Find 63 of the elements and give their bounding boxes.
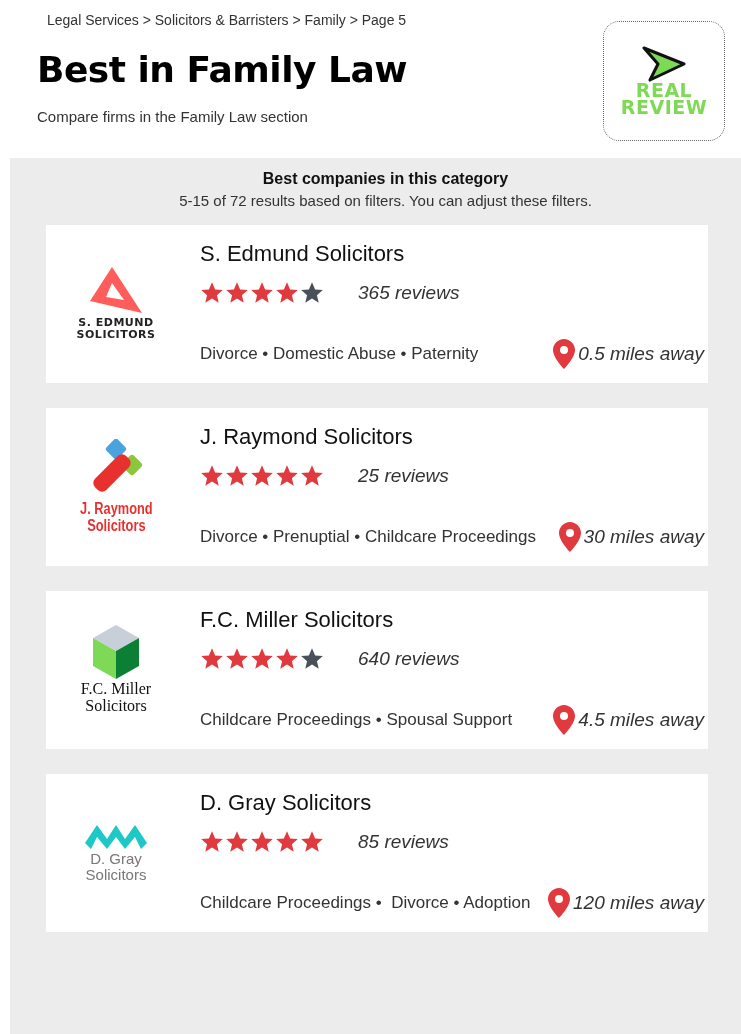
star-icon [200, 281, 224, 304]
firm-card[interactable]: F.C. Miller Solicitors F.C. Miller Solicitors 640 reviews Childcare Proceedings • Spousal Support 4.5 miles away [46, 591, 708, 749]
arrow-logo-icon [642, 46, 686, 82]
star-icon [250, 464, 274, 487]
badge-text: REVIEW [620, 99, 708, 116]
review-count[interactable]: 25 reviews [358, 464, 449, 487]
logo-text: Solicitors [85, 867, 147, 883]
logo-text: S. EDMUND [78, 317, 154, 329]
star-icon [300, 464, 324, 487]
page-title: Best in Family Law [37, 49, 407, 90]
location-pin-icon [558, 522, 581, 552]
review-count[interactable]: 85 reviews [358, 830, 449, 853]
results-heading: Best companies in this category [262, 170, 509, 188]
cube-logo-icon [93, 625, 139, 680]
practice-areas: Divorce • Domestic Abuse • Paternity [200, 344, 479, 364]
star-icon [275, 830, 299, 853]
zigzag-logo-icon [85, 823, 147, 850]
logo-text: D. Gray [90, 851, 142, 867]
star-icon [300, 647, 324, 670]
star-icon [275, 464, 299, 487]
star-icon [275, 647, 299, 670]
distance: 0.5 miles away [578, 343, 704, 365]
logo-text: Solicitors [85, 698, 147, 715]
location-pin-icon [553, 339, 576, 369]
firm-name[interactable]: J. Raymond Solicitors [200, 424, 413, 450]
location-pin-icon [548, 888, 571, 918]
breadcrumb[interactable]: Legal Services > Solicitors & Barristers > Family > Page 5 [47, 12, 407, 28]
distance: 30 miles away [583, 526, 704, 548]
star-icon [300, 281, 324, 304]
firm-card[interactable]: J. Raymond Solicitors J. Raymond Solicitors 25 reviews Divorce • Prenuptial • Childcare Proceedings 30 miles away [46, 408, 708, 566]
results-summary: 5-15 of 72 results based on filters. You can adjust these filters. [179, 192, 592, 209]
firm-name[interactable]: S. Edmund Solicitors [200, 241, 405, 267]
star-icon [275, 281, 299, 304]
triangle-logo-icon [90, 267, 142, 316]
distance: 4.5 miles away [578, 709, 704, 731]
star-icon [225, 281, 249, 304]
firm-name[interactable]: F.C. Miller Solicitors [200, 607, 394, 633]
practice-areas: Childcare Proceedings • Divorce • Adoption [200, 893, 531, 913]
star-icon [250, 281, 274, 304]
logo-text: F.C. Miller [80, 681, 152, 698]
firm-card[interactable]: D. Gray Solicitors D. Gray Solicitors 85 reviews Childcare Proceedings • Divorce • Adoption 120 miles away [46, 774, 708, 932]
star-icon [200, 464, 224, 487]
logo-text: Solicitors [86, 518, 146, 535]
logo-text: SOLICITORS [76, 329, 156, 341]
star-icon [250, 830, 274, 853]
logo-text: J. Raymond [79, 501, 153, 518]
page-subtitle: Compare firms in the Family Law section [37, 108, 308, 125]
location-pin-icon [553, 705, 576, 735]
practice-areas: Divorce • Prenuptial • Childcare Proceedings [200, 527, 536, 547]
review-count[interactable]: 365 reviews [358, 281, 460, 304]
firm-card[interactable]: S. EDMUND SOLICITORS S. Edmund Solicitors 365 reviews Divorce • Domestic Abuse • Paternity 0.5 miles away [46, 225, 708, 383]
distance: 120 miles away [573, 892, 704, 914]
star-icon [200, 830, 224, 853]
badge-text: REAL [635, 82, 693, 99]
practice-areas: Childcare Proceedings • Spousal Support [200, 710, 513, 730]
firm-name[interactable]: D. Gray Solicitors [200, 790, 372, 816]
star-icon [200, 647, 224, 670]
review-count[interactable]: 640 reviews [358, 647, 460, 670]
star-icon [225, 830, 249, 853]
star-icon [225, 464, 249, 487]
star-icon [300, 830, 324, 853]
star-icon [225, 647, 249, 670]
star-icon [250, 647, 274, 670]
